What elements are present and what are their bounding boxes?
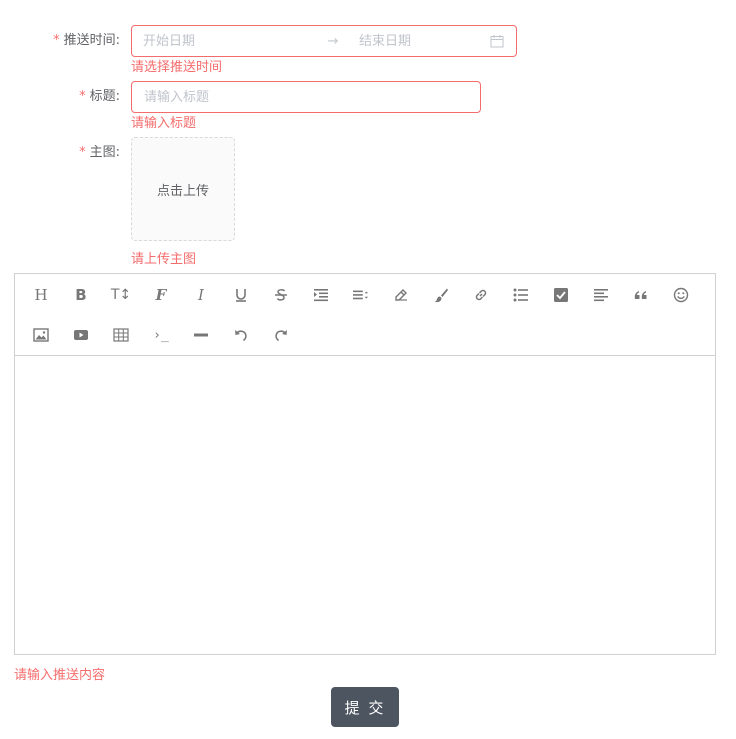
emoticon-icon[interactable] [661,275,701,315]
main-image-label: * 主图: [79,145,120,160]
rich-text-editor: H B T↕ F I ›_ [14,273,716,655]
italic-icon[interactable]: I [181,275,221,315]
toolbar-row-2: ›_ [21,315,709,355]
upload-button[interactable]: 点击上传 [131,137,235,241]
line-height-icon[interactable] [341,275,381,315]
font-color-icon[interactable] [381,275,421,315]
bold-icon[interactable]: B [61,275,101,315]
calendar-icon[interactable] [490,34,504,48]
todo-icon[interactable] [541,275,581,315]
underline-icon[interactable] [221,275,261,315]
main-image-error: 请上传主图 [131,252,197,267]
title-input[interactable] [131,81,481,113]
push-time-date-range[interactable]: → [131,25,517,57]
code-icon[interactable]: ›_ [141,315,181,355]
push-time-error: 请选择推送时间 [131,60,223,75]
divider-icon[interactable] [181,315,221,355]
required-mark: * [79,89,86,104]
undo-icon[interactable] [221,315,261,355]
required-mark: * [53,33,60,48]
quote-icon[interactable] [621,275,661,315]
link-icon[interactable] [461,275,501,315]
title-label: * 标题: [79,89,120,104]
background-color-icon[interactable] [421,275,461,315]
editor-toolbar: H B T↕ F I ›_ [15,275,715,356]
strikethrough-icon[interactable] [261,275,301,315]
list-icon[interactable] [501,275,541,315]
redo-icon[interactable] [261,315,301,355]
video-icon[interactable] [61,315,101,355]
toolbar-row-1: H B T↕ F I [21,275,709,315]
push-time-label: * 推送时间: [53,33,120,48]
push-time-row: * 推送时间: [0,25,126,57]
end-date-input[interactable] [359,27,509,55]
range-separator: → [327,33,339,49]
title-error: 请输入标题 [131,116,197,131]
required-mark: * [79,145,86,160]
table-icon[interactable] [101,315,141,355]
content-error: 请输入推送内容 [14,668,106,683]
font-size-icon[interactable]: T↕ [101,275,141,315]
editor-content-area[interactable] [15,356,715,655]
indent-icon[interactable] [301,275,341,315]
upload-text: 点击上传 [156,183,209,199]
font-family-icon[interactable]: F [141,275,181,315]
justify-icon[interactable] [581,275,621,315]
main-image-row: * 主图: [0,137,126,169]
submit-button[interactable]: 提 交 [331,687,399,727]
image-icon[interactable] [21,315,61,355]
title-row: * 标题: [0,81,126,113]
heading-icon[interactable]: H [21,275,61,315]
start-date-input[interactable] [143,27,293,55]
